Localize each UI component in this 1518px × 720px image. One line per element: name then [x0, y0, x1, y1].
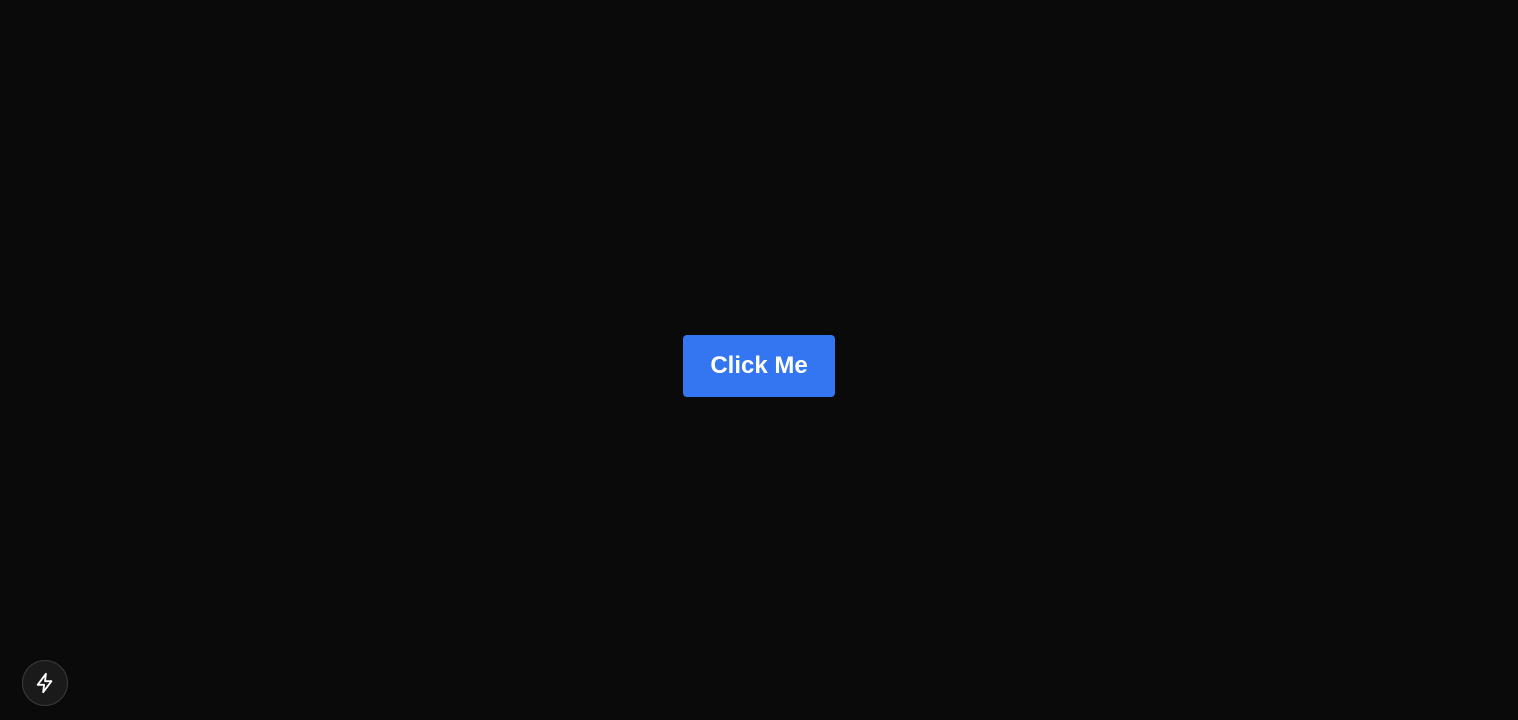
app-canvas: Click Me [0, 0, 1518, 720]
click-me-button[interactable]: Click Me [683, 335, 835, 397]
lightning-bolt-icon [34, 672, 56, 694]
dev-tools-button[interactable] [22, 660, 68, 706]
